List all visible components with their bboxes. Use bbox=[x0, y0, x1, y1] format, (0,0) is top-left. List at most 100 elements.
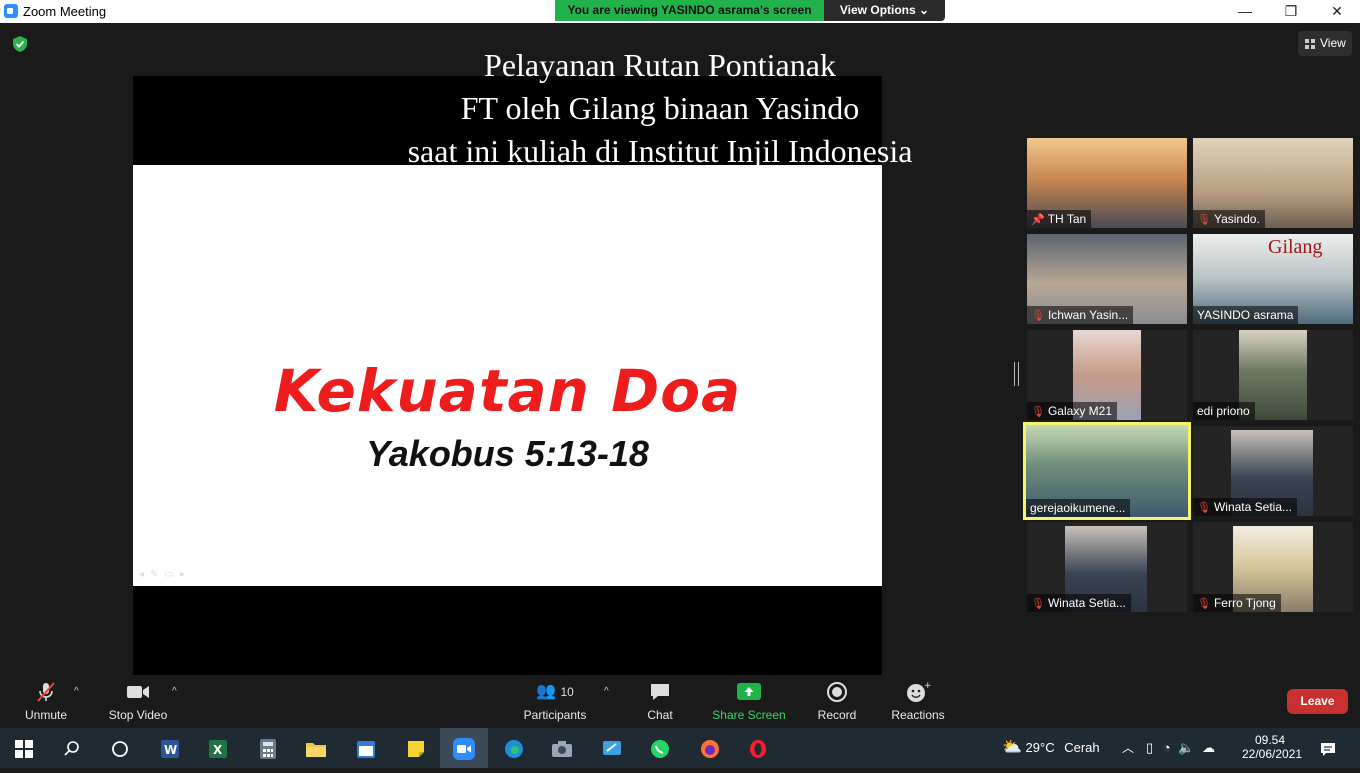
caption-line: FT oleh Gilang binaan Yasindo bbox=[460, 90, 860, 126]
participant-name-label: 🎙 Galaxy M21 bbox=[1027, 402, 1117, 420]
participants-options-caret[interactable]: ^ bbox=[604, 686, 609, 697]
participant-tile[interactable]: 🎙 Yasindo. bbox=[1193, 138, 1353, 228]
participants-icon: 👥 10 bbox=[536, 683, 574, 700]
clock-date: 22/06/2021 bbox=[1242, 747, 1303, 761]
chat-label: Chat bbox=[647, 708, 673, 722]
participant-tile-active-speaker[interactable]: gerejaoikumene... bbox=[1023, 422, 1191, 520]
cloud-upload-icon: ☁ bbox=[1202, 740, 1216, 755]
muted-mic-icon: 🎙 bbox=[1031, 406, 1045, 418]
video-camera-icon bbox=[127, 686, 149, 698]
participant-name-label: 🎙 Ferro Tjong bbox=[1193, 594, 1281, 612]
excel-app-icon[interactable]: X bbox=[194, 728, 242, 768]
calendar-app-icon[interactable] bbox=[342, 728, 390, 768]
muted-microphone-icon bbox=[37, 682, 55, 702]
participants-button[interactable]: 👥 10 Participants bbox=[522, 680, 588, 724]
participant-name-label: edi priono bbox=[1193, 402, 1255, 420]
weather-temperature: 29°C bbox=[1025, 740, 1055, 755]
remote-desktop-icon[interactable] bbox=[588, 728, 636, 768]
edge-browser-icon[interactable] bbox=[490, 728, 538, 768]
grid-icon bbox=[1305, 39, 1315, 49]
firefox-icon[interactable] bbox=[686, 728, 734, 768]
sticky-notes-icon[interactable] bbox=[392, 728, 440, 768]
participant-tile[interactable]: edi priono bbox=[1193, 330, 1353, 420]
muted-mic-icon: 🎙 bbox=[1197, 598, 1211, 610]
calculator-app-icon[interactable] bbox=[244, 728, 292, 768]
whatsapp-icon[interactable] bbox=[636, 728, 684, 768]
zoom-app-icon bbox=[4, 4, 18, 18]
volume-icon: 🔈 bbox=[1178, 740, 1195, 755]
view-button[interactable]: View bbox=[1298, 31, 1352, 56]
system-tray-icons[interactable]: ▯ ◔ 🔈 ☁ bbox=[1146, 728, 1215, 768]
unmute-label: Unmute bbox=[24, 708, 68, 722]
participant-tile[interactable]: 🎙 Ferro Tjong bbox=[1193, 522, 1353, 612]
device-icon: ▯ bbox=[1146, 740, 1154, 755]
file-explorer-icon[interactable] bbox=[292, 728, 340, 768]
show-hidden-icons-chevron[interactable]: ︿ bbox=[1122, 728, 1134, 768]
participant-tile[interactable]: 🎙 Winata Setia... bbox=[1027, 522, 1187, 612]
weather-widget[interactable]: ⛅ 29°C Cerah bbox=[1002, 728, 1100, 768]
record-button[interactable]: Record bbox=[814, 680, 860, 724]
pin-icon: 📌 bbox=[1031, 214, 1045, 226]
caption-line: saat ini kuliah di Institut Injil Indone… bbox=[407, 133, 913, 169]
presentation-slide: Kekuatan Doa Yakobus 5:13-18 ◂✎▭▸ bbox=[133, 165, 882, 586]
camera-app-icon[interactable] bbox=[538, 728, 586, 768]
participant-name-label: 📌 TH Tan bbox=[1027, 210, 1092, 228]
participant-name-label: gerejaoikumene... bbox=[1026, 499, 1131, 517]
clock-time: 09.54 bbox=[1254, 733, 1286, 747]
participant-tile[interactable]: 📌 TH Tan bbox=[1027, 138, 1187, 228]
word-app-icon[interactable]: W bbox=[146, 728, 194, 768]
participant-name-label: YASINDO asrama bbox=[1193, 306, 1299, 324]
view-options-label: View Options bbox=[839, 3, 916, 17]
participant-tile[interactable]: Gilang YASINDO asrama bbox=[1193, 234, 1353, 324]
svg-text:X: X bbox=[213, 743, 223, 757]
search-icon[interactable] bbox=[48, 728, 96, 768]
leave-button[interactable]: Leave bbox=[1287, 689, 1348, 714]
participant-name-label: 🎙 Winata Setia... bbox=[1193, 498, 1298, 516]
slide-title: Kekuatan Doa bbox=[273, 357, 742, 425]
view-options-button[interactable]: View Options ⌄ bbox=[824, 0, 945, 21]
partly-cloudy-icon: ⛅ bbox=[1002, 739, 1022, 756]
muted-mic-icon: 🎙 bbox=[1031, 598, 1045, 610]
participant-tile[interactable]: 🎙 Winata Setia... bbox=[1193, 426, 1353, 516]
participant-name-label: 🎙 Yasindo. bbox=[1193, 210, 1265, 228]
maximize-button[interactable]: ❐ bbox=[1268, 0, 1314, 23]
caption-line: Pelayanan Rutan Pontianak bbox=[484, 47, 836, 83]
video-overlay-text: Gilang bbox=[1268, 236, 1323, 258]
stop-video-label: Stop Video bbox=[108, 708, 168, 722]
video-options-caret[interactable]: ^ bbox=[172, 686, 177, 697]
minimize-button[interactable]: — bbox=[1222, 0, 1268, 23]
participants-count: 10 bbox=[560, 685, 574, 699]
participants-label: Participants bbox=[523, 708, 587, 722]
muted-mic-icon: 🎙 bbox=[1197, 502, 1211, 514]
muted-mic-icon: 🎙 bbox=[1197, 214, 1211, 226]
audio-options-caret[interactable]: ^ bbox=[74, 686, 79, 697]
wifi-icon: ◔ bbox=[1162, 740, 1171, 755]
participant-name-label: 🎙 Ichwan Yasin... bbox=[1027, 306, 1134, 324]
reactions-button[interactable]: + Reactions bbox=[888, 680, 948, 724]
participant-name-label: 🎙 Winata Setia... bbox=[1027, 594, 1132, 612]
slide-subtitle: Yakobus 5:13-18 bbox=[366, 433, 649, 474]
participant-tile[interactable]: 🎙 Ichwan Yasin... bbox=[1027, 234, 1187, 324]
share-screen-label: Share Screen bbox=[712, 708, 786, 722]
taskbar-clock[interactable]: 09.54 22/06/2021 bbox=[1242, 728, 1303, 773]
smiley-plus-icon: + bbox=[907, 681, 931, 702]
shared-screen-caption: Pelayanan Rutan Pontianak FT oleh Gilang… bbox=[360, 44, 960, 173]
task-view-icon[interactable] bbox=[96, 728, 144, 768]
close-button[interactable]: ✕ bbox=[1314, 0, 1360, 23]
unmute-button[interactable]: Unmute bbox=[18, 680, 74, 724]
shield-icon[interactable] bbox=[11, 35, 29, 53]
chat-button[interactable]: Chat bbox=[640, 680, 680, 724]
notification-center-icon[interactable] bbox=[1316, 728, 1340, 768]
muted-mic-icon: 🎙 bbox=[1031, 310, 1045, 322]
share-screen-button[interactable]: Share Screen bbox=[710, 680, 788, 724]
screen-share-banner: You are viewing YASINDO asrama's screen bbox=[555, 0, 824, 21]
opera-icon[interactable] bbox=[734, 728, 782, 768]
record-label: Record bbox=[817, 708, 857, 722]
share-screen-icon bbox=[737, 683, 761, 700]
stop-video-button[interactable]: Stop Video bbox=[106, 680, 170, 724]
panel-resize-handle[interactable] bbox=[1014, 362, 1019, 386]
windows-start-icon[interactable] bbox=[0, 728, 48, 768]
window-title: Zoom Meeting bbox=[23, 4, 107, 19]
participant-tile[interactable]: 🎙 Galaxy M21 bbox=[1027, 330, 1187, 420]
zoom-taskbar-icon[interactable] bbox=[440, 728, 488, 768]
